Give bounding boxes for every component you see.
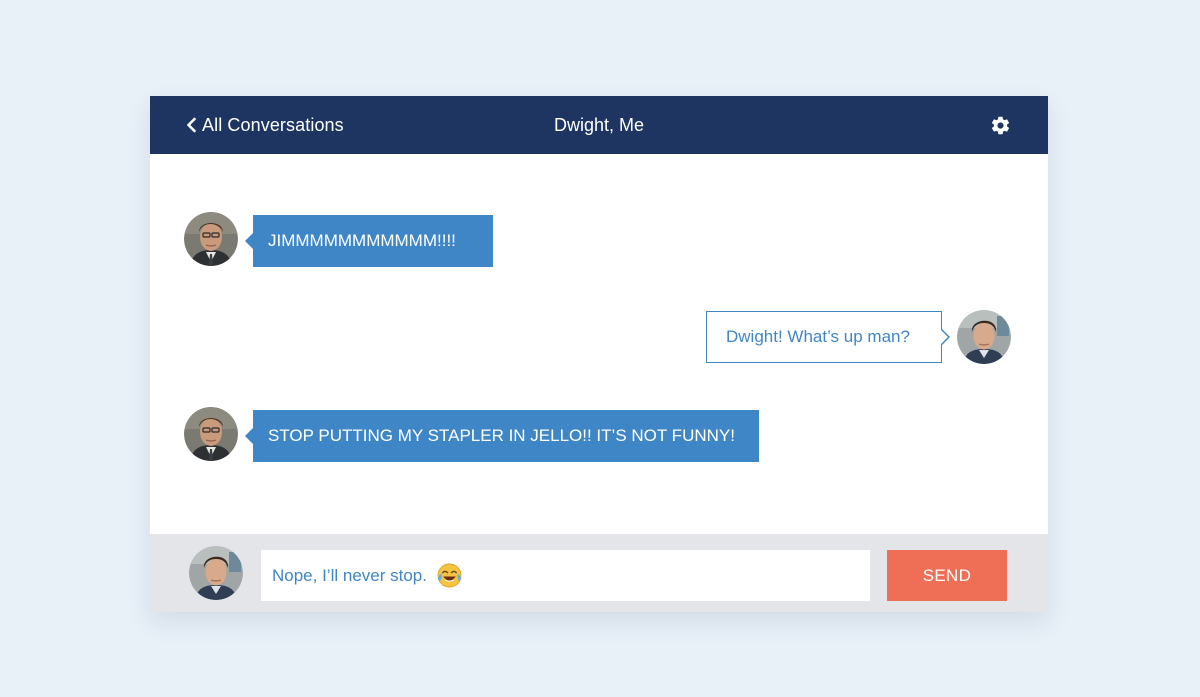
message-input[interactable]: Nope, I’ll never stop. bbox=[261, 550, 870, 601]
avatar-me bbox=[189, 546, 243, 600]
face-with-tears-of-joy-icon bbox=[437, 563, 462, 588]
message-text: Dwight! What’s up man? bbox=[726, 327, 910, 346]
message-bubble-incoming: JIMMMMMMMMMMM!!!! bbox=[245, 215, 493, 267]
header-bar: All Conversations Dwight, Me bbox=[150, 96, 1048, 154]
chevron-left-icon bbox=[187, 117, 196, 133]
all-conversations-label: All Conversations bbox=[202, 114, 344, 135]
avatar-dwight bbox=[184, 212, 238, 266]
message-bubble-incoming: STOP PUTTING MY STAPLER IN JELLO!! IT’S … bbox=[245, 410, 759, 462]
avatar-me bbox=[957, 310, 1011, 364]
message-bubble-outgoing: Dwight! What’s up man? bbox=[706, 311, 950, 363]
send-button[interactable]: SEND bbox=[887, 550, 1007, 601]
gear-icon[interactable] bbox=[990, 115, 1011, 136]
message-list: JIMMMMMMMMMMM!!!! Dwight! What’s up man? bbox=[150, 154, 1048, 534]
all-conversations-link[interactable]: All Conversations bbox=[184, 96, 344, 154]
composer-bar: Nope, I’ll never stop. SEND bbox=[150, 534, 1048, 612]
message-input-value: Nope, I’ll never stop. bbox=[272, 565, 427, 585]
avatar-dwight bbox=[184, 407, 238, 461]
message-text: JIMMMMMMMMMMM!!!! bbox=[268, 231, 456, 250]
message-text: STOP PUTTING MY STAPLER IN JELLO!! IT’S … bbox=[268, 426, 735, 445]
bubble-tail bbox=[941, 329, 950, 345]
chat-window: All Conversations Dwight, Me JIMMMMMMMMM… bbox=[150, 96, 1048, 612]
